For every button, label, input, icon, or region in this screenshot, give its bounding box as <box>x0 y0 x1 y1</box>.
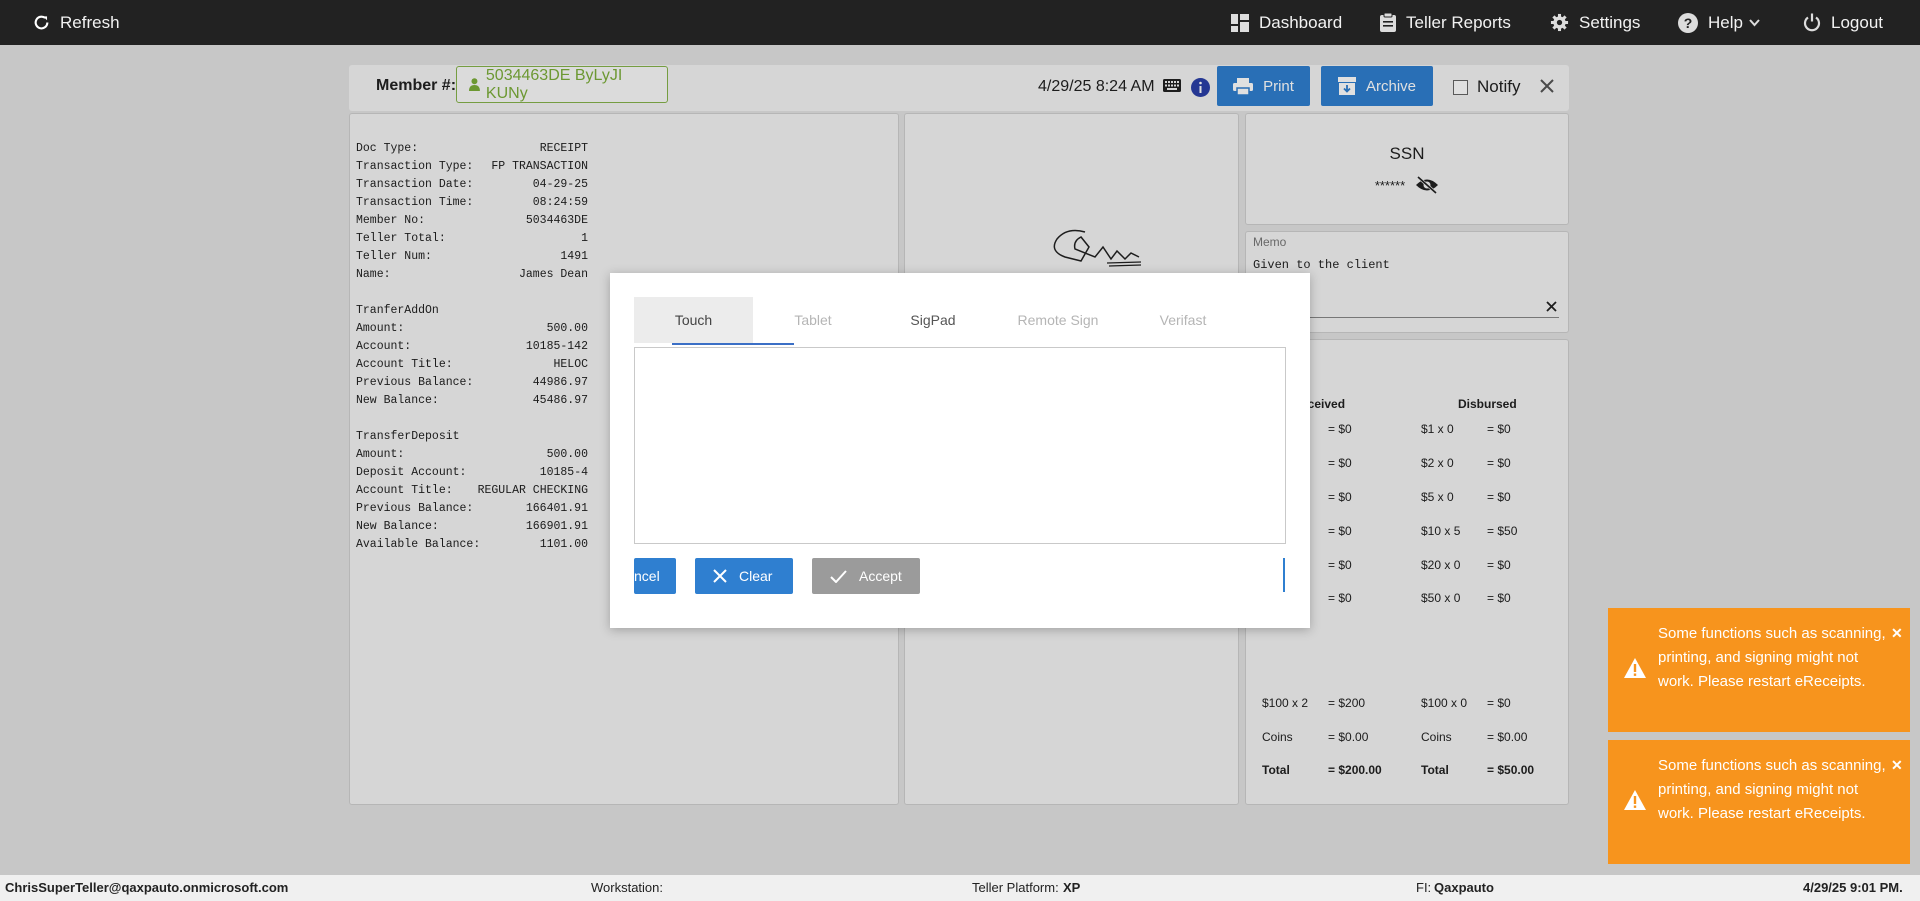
footer-platform-value: XP <box>1063 880 1081 895</box>
logout-button[interactable]: Logout <box>1803 0 1883 45</box>
svg-text:?: ? <box>1684 15 1693 31</box>
refresh-icon <box>34 15 49 30</box>
cancel-label: ncel <box>634 568 660 584</box>
toast-message: Some functions such as scanning, printin… <box>1658 625 1886 690</box>
nav-settings[interactable]: Settings <box>1550 0 1640 45</box>
cancel-button[interactable]: ncel <box>634 558 676 594</box>
signature-tabs: Touch Tablet SigPad Remote Sign Verifast <box>634 297 1244 347</box>
scroll-indicator <box>1283 558 1285 592</box>
toast-close-button[interactable]: ✕ <box>1891 753 1903 777</box>
accept-label: Accept <box>859 568 902 584</box>
footer-fi-value: Qaxpauto <box>1434 880 1494 895</box>
logout-label: Logout <box>1831 12 1883 32</box>
signature-canvas[interactable] <box>634 347 1286 544</box>
warning-toast: Some functions such as scanning, printin… <box>1608 608 1910 732</box>
dashboard-icon <box>1231 13 1249 32</box>
tab-verifast[interactable]: Verifast <box>1123 297 1243 343</box>
dashboard-label: Dashboard <box>1259 12 1343 32</box>
refresh-button[interactable]: Refresh <box>33 0 120 45</box>
check-icon <box>830 569 847 583</box>
help-label: Help <box>1708 12 1743 32</box>
footer-workstation-label: Workstation: <box>591 880 664 895</box>
clear-button[interactable]: Clear <box>695 558 793 594</box>
top-nav-bar: Refresh Dashboard Teller Reports Setting… <box>0 0 1920 45</box>
signature-modal: Touch Tablet SigPad Remote Sign Verifast… <box>610 273 1310 628</box>
teller-reports-label: Teller Reports <box>1406 12 1511 32</box>
footer-datetime: 4/29/25 9:01 PM. <box>1803 880 1903 895</box>
toast-close-button[interactable]: ✕ <box>1891 621 1903 645</box>
settings-label: Settings <box>1579 12 1641 32</box>
refresh-label: Refresh <box>60 12 120 32</box>
tab-remote-sign[interactable]: Remote Sign <box>993 297 1123 343</box>
footer-platform-label: Teller Platform: <box>972 880 1059 895</box>
warning-icon <box>1624 658 1646 678</box>
tab-sigpad[interactable]: SigPad <box>873 297 993 343</box>
nav-dashboard[interactable]: Dashboard <box>1231 0 1342 45</box>
close-icon <box>713 569 727 583</box>
gear-icon <box>1550 13 1569 32</box>
help-icon: ? <box>1678 12 1698 33</box>
chevron-down-icon <box>1749 18 1760 26</box>
clipboard-icon <box>1380 13 1396 32</box>
footer-fi-label: FI: <box>1416 880 1432 895</box>
accept-button[interactable]: Accept <box>812 558 920 594</box>
warning-toast: Some functions such as scanning, printin… <box>1608 740 1910 864</box>
status-footer: ChrisSuperTeller@qaxpauto.onmicrosoft.co… <box>0 875 1920 901</box>
footer-user: ChrisSuperTeller@qaxpauto.onmicrosoft.co… <box>5 880 289 895</box>
tab-tablet[interactable]: Tablet <box>753 297 873 343</box>
clear-label: Clear <box>739 568 773 584</box>
nav-help[interactable]: ? Help <box>1678 0 1760 45</box>
nav-teller-reports[interactable]: Teller Reports <box>1380 0 1511 45</box>
warning-icon <box>1624 790 1646 810</box>
power-icon <box>1803 13 1821 32</box>
tab-touch[interactable]: Touch <box>634 297 753 343</box>
active-tab-indicator <box>672 343 794 345</box>
toast-message: Some functions such as scanning, printin… <box>1658 757 1886 822</box>
